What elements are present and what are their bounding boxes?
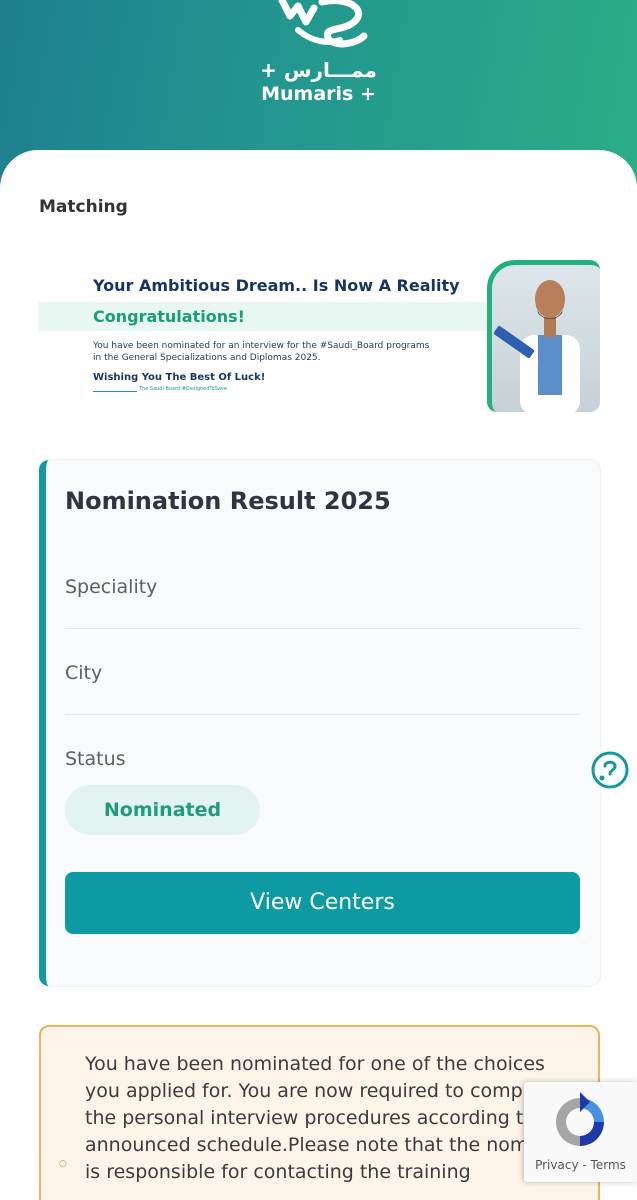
recaptcha-badge[interactable]: Privacy - Terms [524, 1082, 637, 1182]
brand-name-arabic: + ممـــارس [260, 58, 377, 82]
status-badge: Nominated [65, 785, 260, 835]
divider [65, 628, 580, 629]
view-centers-button[interactable]: View Centers [65, 872, 580, 934]
congratulations-banner: Your Ambitious Dream.. Is Now A Reality … [39, 258, 600, 414]
terms-link[interactable]: Terms [591, 1158, 626, 1172]
banner-wish-text: Wishing You The Best Of Luck! [93, 372, 266, 383]
recaptcha-links: Privacy - Terms [524, 1158, 637, 1172]
speciality-label: Speciality [65, 576, 158, 598]
banner-tagline: The Saudi Board #DesignedToSave [139, 386, 227, 392]
doctor-photo [487, 260, 600, 412]
chat-icon[interactable] [590, 750, 630, 790]
section-title: Matching [39, 197, 128, 217]
privacy-link[interactable]: Privacy [535, 1158, 578, 1172]
nomination-result-card: Nomination Result 2025 Speciality City S… [39, 460, 600, 986]
banner-divider [93, 391, 137, 392]
card-title: Nomination Result 2025 [65, 487, 391, 515]
banner-congratulations: Congratulations! [93, 307, 245, 326]
main-content: Matching Your Ambitious Dream.. Is Now A… [0, 150, 637, 1200]
banner-body-text: You have been nominated for an interview… [93, 341, 430, 363]
status-label: Status [65, 748, 126, 770]
city-label: City [65, 662, 103, 684]
nomination-notice: ○ You have been nominated for one of the… [39, 1025, 600, 1200]
brand-name-english: Mumaris + [261, 83, 376, 105]
mumaris-logo-icon [278, 0, 368, 48]
banner-title: Your Ambitious Dream.. Is Now A Reality [93, 276, 460, 295]
divider [65, 714, 580, 715]
recaptcha-icon [556, 1092, 604, 1146]
doctor-illustration [493, 280, 580, 412]
notice-text: You have been nominated for one of the c… [85, 1053, 573, 1183]
notice-bullet-icon: ○ [59, 1159, 67, 1169]
link-separator: - [582, 1158, 587, 1172]
